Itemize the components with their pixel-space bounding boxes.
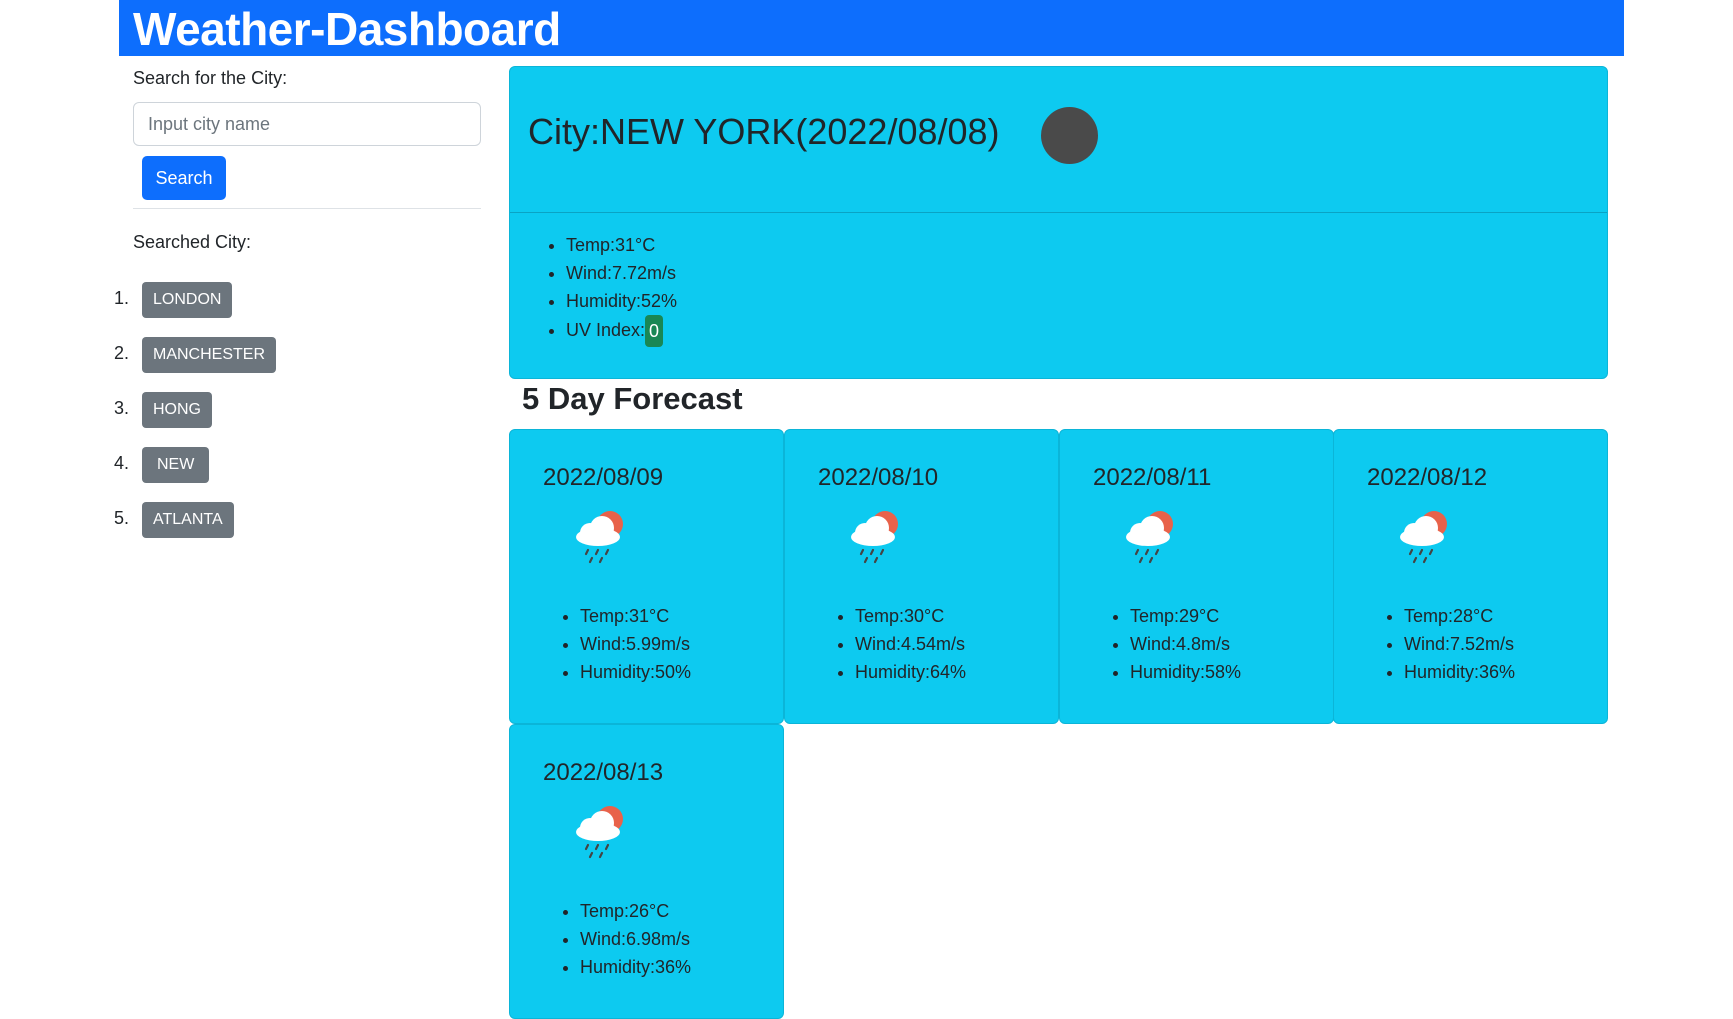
list-number: 4. [114,453,130,473]
forecast-date: 2022/08/13 [543,759,664,786]
forecast-humidity: Humidity:36% [580,953,691,981]
forecast-humidity: Humidity:36% [1404,658,1515,686]
forecast-date: 2022/08/10 [818,464,939,491]
forecast-temp: Temp:31°C [580,602,691,630]
forecast-date: 2022/08/11 [1093,464,1212,491]
current-weather-header: City:NEW YORK(2022/08/08) [510,67,1607,213]
forecast-humidity: Humidity:64% [855,658,966,686]
list-number: 1. [114,288,130,308]
city-button-hong-kong[interactable]: HONG KONG [142,392,212,454]
list-number: 5. [114,508,130,528]
forecast-details: Temp:26°C Wind:6.98m/s Humidity:36% [556,897,691,981]
app-header: Weather-Dashboard [119,0,1624,56]
forecast-humidity: Humidity:58% [1130,658,1241,686]
forecast-details: Temp:31°C Wind:5.99m/s Humidity:50% [556,602,691,686]
current-humidity: Humidity:52% [566,287,677,315]
forecast-title: 5 Day Forecast [522,381,743,416]
forecast-card: 2022/08/12 Temp:28°C Wind:7.52m/s Humidi… [1333,429,1608,724]
current-city-title: City:NEW YORK(2022/08/08) [528,111,1000,152]
forecast-wind: Wind:7.52m/s [1404,630,1515,658]
forecast-card: 2022/08/10 Temp:30°C Wind:4.54m/s Humidi… [784,429,1059,724]
forecast-details: Temp:28°C Wind:7.52m/s Humidity:36% [1380,602,1515,686]
forecast-date: 2022/08/09 [543,464,664,491]
current-weather-card: City:NEW YORK(2022/08/08) Temp:31°C Wind… [509,66,1608,379]
city-button-atlanta[interactable]: ATLANTA [142,502,234,538]
forecast-temp: Temp:28°C [1404,602,1515,630]
forecast-card: 2022/08/11 Temp:29°C Wind:4.8m/s Humidit… [1059,429,1334,724]
forecast-wind: Wind:6.98m/s [580,925,691,953]
forecast-card: 2022/08/13 Temp:26°C Wind:6.98m/s Humidi… [509,724,784,1019]
forecast-temp: Temp:30°C [855,602,966,630]
rain-cloud-sun-icon [576,806,623,859]
sidebar-divider [133,208,481,209]
rain-cloud-sun-icon [1400,511,1447,564]
forecast-temp: Temp:26°C [580,897,691,925]
current-wind: Wind:7.72m/s [566,259,677,287]
current-uv-index: UV Index:0 [566,315,677,347]
current-temp: Temp:31°C [566,231,677,259]
forecast-wind: Wind:4.8m/s [1130,630,1241,658]
city-search-input[interactable] [133,102,481,146]
uv-index-label: UV Index: [566,319,646,340]
forecast-date: 2022/08/12 [1367,464,1488,491]
forecast-humidity: Humidity:50% [580,658,691,686]
forecast-details: Temp:30°C Wind:4.54m/s Humidity:64% [831,602,966,686]
forecast-card: 2022/08/09 Temp:31°C Wind:5.99m/s Humidi… [509,429,784,724]
weather-icon-placeholder [1041,107,1098,164]
app-title: Weather-Dashboard [133,3,561,55]
search-label: Search for the City: [133,68,288,88]
rain-cloud-sun-icon [1126,511,1173,564]
forecast-wind: Wind:5.99m/s [580,630,691,658]
city-button-new-york[interactable]: NEW YORK [142,447,210,509]
forecast-details: Temp:29°C Wind:4.8m/s Humidity:58% [1106,602,1241,686]
rain-cloud-sun-icon [851,511,898,564]
forecast-wind: Wind:4.54m/s [855,630,966,658]
forecast-temp: Temp:29°C [1130,602,1241,630]
search-button[interactable]: Search [142,156,226,200]
searched-city-label: Searched City: [133,232,252,252]
current-weather-details: Temp:31°C Wind:7.72m/s Humidity:52% UV I… [542,231,677,347]
list-number: 2. [114,343,130,363]
uv-index-badge: 0 [645,315,664,347]
city-button-london[interactable]: LONDON [142,282,233,318]
list-number: 3. [114,398,130,418]
rain-cloud-sun-icon [576,511,623,564]
city-button-manchester[interactable]: MANCHESTER [142,337,277,373]
